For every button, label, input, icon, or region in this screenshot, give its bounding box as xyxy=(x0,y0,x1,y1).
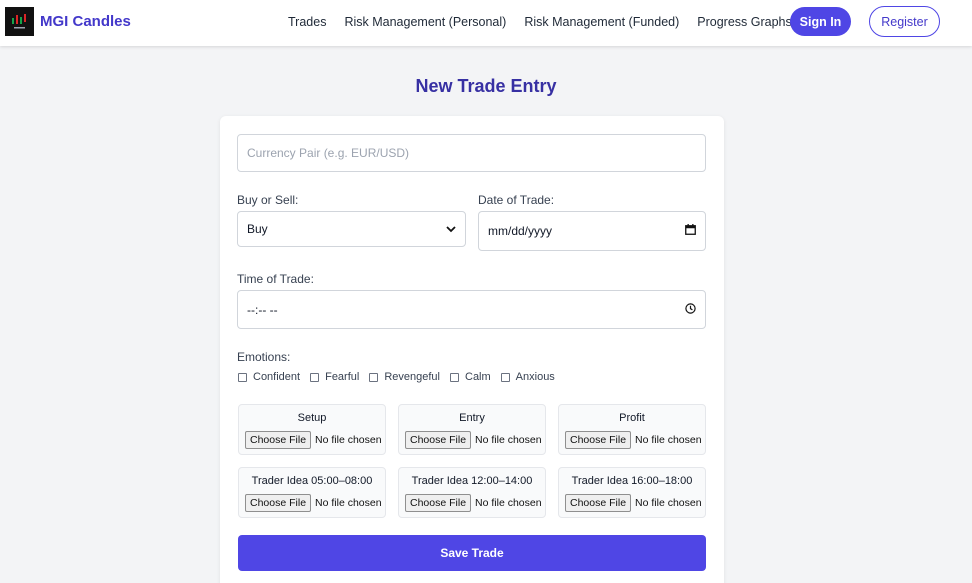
emotion-label: Fearful xyxy=(325,371,360,383)
upload-trader-idea-morning: Trader Idea 05:00–08:00 Choose File No f… xyxy=(238,467,386,518)
emotion-revengeful[interactable]: Revengeful xyxy=(369,371,440,383)
emotion-label: Calm xyxy=(465,371,491,383)
nav-link-trades[interactable]: Trades xyxy=(288,15,326,29)
nav-link-progress-graphs[interactable]: Progress Graphs xyxy=(697,15,791,29)
sign-in-button[interactable]: Sign In xyxy=(790,7,851,36)
currency-pair-placeholder: Currency Pair (e.g. EUR/USD) xyxy=(247,146,410,160)
emotion-fearful[interactable]: Fearful xyxy=(310,371,359,383)
calm-checkbox[interactable] xyxy=(450,372,459,382)
emotions-group: Confident Fearful Revengeful Calm Anxiou… xyxy=(238,371,565,383)
calendar-icon[interactable] xyxy=(685,224,696,238)
time-value: --:-- -- xyxy=(247,302,278,317)
clock-icon[interactable] xyxy=(685,302,696,317)
upload-setup: Setup Choose File No file chosen xyxy=(238,404,386,455)
upload-title: Trader Idea 05:00–08:00 xyxy=(251,475,373,487)
file-status: No file chosen xyxy=(315,434,382,446)
file-status: No file chosen xyxy=(475,434,542,446)
upload-trader-idea-midday: Trader Idea 12:00–14:00 Choose File No f… xyxy=(398,467,546,518)
time-label: Time of Trade: xyxy=(237,272,314,286)
logo-icon[interactable] xyxy=(5,7,34,36)
navbar: MGI Candles Trades Risk Management (Pers… xyxy=(0,0,972,46)
page-title: New Trade Entry xyxy=(415,76,557,96)
choose-file-button[interactable]: Choose File xyxy=(565,431,632,449)
emotion-calm[interactable]: Calm xyxy=(450,371,491,383)
nav-links: Trades Risk Management (Personal) Risk M… xyxy=(288,15,810,29)
choose-file-button[interactable]: Choose File xyxy=(565,494,632,512)
register-button[interactable]: Register xyxy=(869,6,940,37)
emotion-label: Confident xyxy=(253,371,301,383)
revengeful-checkbox[interactable] xyxy=(369,372,379,382)
upload-title: Setup xyxy=(297,412,327,424)
upload-entry: Entry Choose File No file chosen xyxy=(398,404,546,455)
nav-link-risk-personal[interactable]: Risk Management (Personal) xyxy=(344,15,506,29)
anxious-checkbox[interactable] xyxy=(500,372,510,382)
file-status: No file chosen xyxy=(635,497,702,509)
trade-form-card: Currency Pair (e.g. EUR/USD) Buy or Sell… xyxy=(220,116,724,583)
upload-title: Trader Idea 12:00–14:00 xyxy=(411,475,533,487)
date-label: Date of Trade: xyxy=(478,193,555,207)
choose-file-button[interactable]: Choose File xyxy=(405,494,472,512)
emotion-label: Anxious xyxy=(515,371,555,383)
fearful-checkbox[interactable] xyxy=(310,372,320,382)
currency-pair-input[interactable]: Currency Pair (e.g. EUR/USD) xyxy=(237,134,706,172)
upload-title: Trader Idea 16:00–18:00 xyxy=(571,475,693,487)
file-status: No file chosen xyxy=(475,497,542,509)
brand-name[interactable]: MGI Candles xyxy=(40,13,131,30)
buy-sell-value: Buy xyxy=(247,222,268,236)
file-status: No file chosen xyxy=(315,497,382,509)
upload-title: Profit xyxy=(619,412,645,424)
emotion-label: Revengeful xyxy=(384,371,440,383)
save-trade-button[interactable]: Save Trade xyxy=(238,535,706,571)
buy-sell-select[interactable]: Buy xyxy=(237,211,466,247)
date-value: mm/dd/yyyy xyxy=(488,224,553,238)
confident-checkbox[interactable] xyxy=(238,372,247,382)
emotions-label: Emotions: xyxy=(237,350,291,364)
upload-title: Entry xyxy=(459,412,485,424)
upload-trader-idea-afternoon: Trader Idea 16:00–18:00 Choose File No f… xyxy=(558,467,706,518)
buy-sell-label: Buy or Sell: xyxy=(237,193,299,207)
time-input[interactable]: --:-- -- xyxy=(237,290,706,329)
choose-file-button[interactable]: Choose File xyxy=(245,494,312,512)
file-status: No file chosen xyxy=(635,434,702,446)
nav-link-risk-funded[interactable]: Risk Management (Funded) xyxy=(524,15,679,29)
date-input[interactable]: mm/dd/yyyy xyxy=(478,211,706,251)
chevron-down-icon xyxy=(446,222,456,236)
choose-file-button[interactable]: Choose File xyxy=(245,431,312,449)
emotion-confident[interactable]: Confident xyxy=(238,371,300,383)
emotion-anxious[interactable]: Anxious xyxy=(500,371,555,383)
upload-profit: Profit Choose File No file chosen xyxy=(558,404,706,455)
choose-file-button[interactable]: Choose File xyxy=(405,431,472,449)
